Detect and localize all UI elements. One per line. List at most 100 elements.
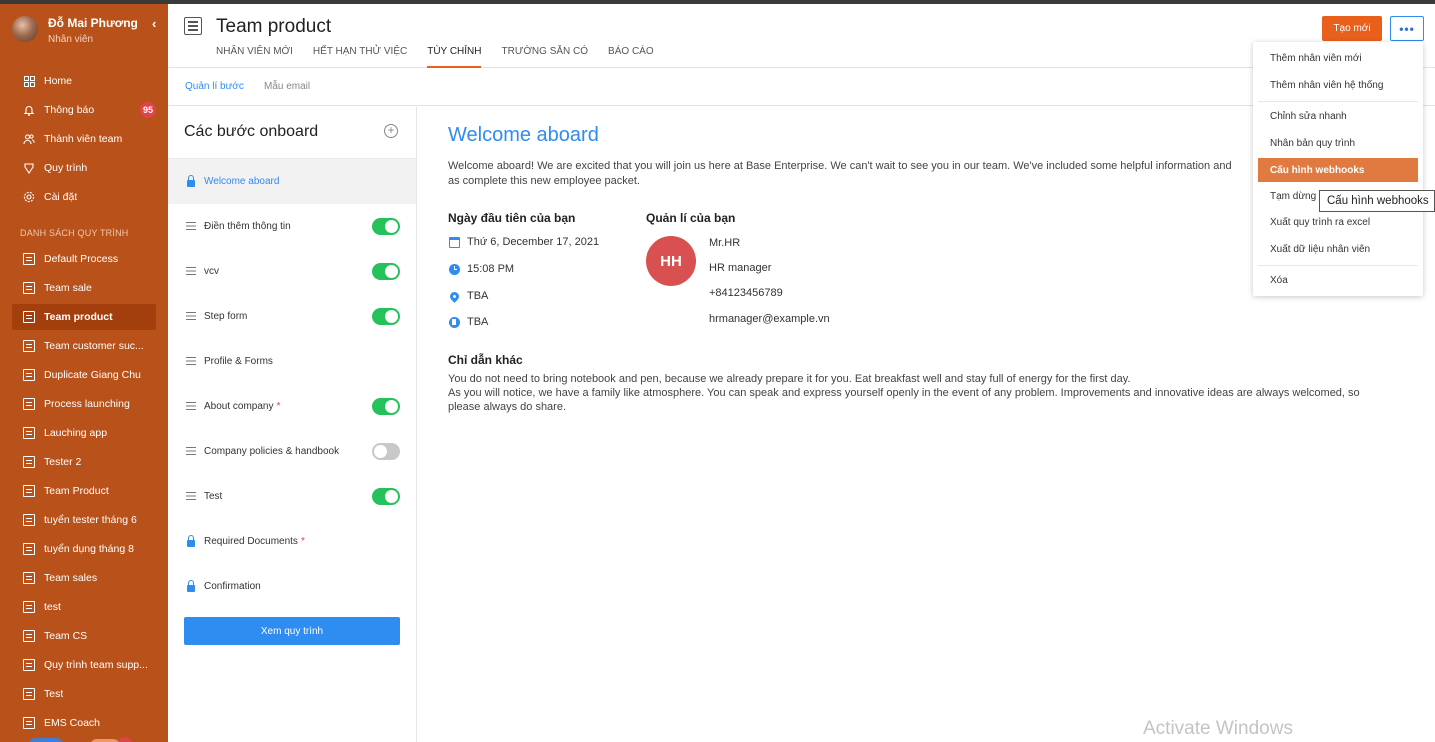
sidebar-process-item[interactable]: Team Product xyxy=(12,478,156,504)
sidebar-process-item[interactable]: Team sales xyxy=(12,565,156,591)
menu-divider xyxy=(1258,265,1418,266)
step-item[interactable]: Welcome aboard xyxy=(168,159,416,204)
menu-item-add-new-employee[interactable]: Thêm nhân viên mới xyxy=(1258,46,1418,70)
drag-handle-icon[interactable] xyxy=(184,492,198,501)
sidebar-process-item[interactable]: tuyển dụng tháng 8 xyxy=(12,536,156,562)
drag-handle-icon[interactable] xyxy=(184,447,198,456)
step-item[interactable]: Điền thêm thông tin xyxy=(168,204,416,249)
tab-new-employees[interactable]: NHÂN VIÊN MỚI xyxy=(216,44,293,68)
sidebar-process-item[interactable]: EMS Coach xyxy=(12,710,156,736)
bottom-app-button[interactable] xyxy=(28,738,64,742)
step-toggle[interactable] xyxy=(372,443,400,460)
more-options-button[interactable]: ••• xyxy=(1390,16,1424,41)
menu-item-export-employee-data[interactable]: Xuất dữ liệu nhân viên xyxy=(1258,237,1418,261)
date-value: Thứ 6, December 17, 2021 xyxy=(467,236,600,248)
create-new-button[interactable]: Tạo mới xyxy=(1322,16,1382,41)
drag-handle-icon[interactable] xyxy=(184,402,198,411)
sidebar-item-processes[interactable]: Quy trình xyxy=(12,155,156,181)
sidebar-item-notifications[interactable]: Thông báo 95 xyxy=(12,97,156,123)
document-list-icon xyxy=(184,17,202,35)
sidebar-process-item[interactable]: Quy trình team supp... xyxy=(12,652,156,678)
avatar[interactable] xyxy=(12,16,38,42)
tab-reports[interactable]: BÁO CÁO xyxy=(608,44,654,68)
step-label: Required Documents xyxy=(204,536,298,547)
menu-item-add-system-employee[interactable]: Thêm nhân viên hệ thống xyxy=(1258,73,1418,97)
step-item[interactable]: Company policies & handbook xyxy=(168,429,416,474)
users-icon xyxy=(21,131,37,147)
sidebar-process-item[interactable]: Duplicate Giang Chu xyxy=(12,362,156,388)
lock-icon xyxy=(184,535,198,547)
sidebar-process-item[interactable]: test xyxy=(12,594,156,620)
subtab-email-templates[interactable]: Mẫu email xyxy=(264,81,310,92)
step-item[interactable]: Test xyxy=(168,474,416,519)
menu-item-configure-webhooks[interactable]: Cấu hình webhooks xyxy=(1258,158,1418,182)
required-marker: * xyxy=(276,401,281,412)
sidebar-process-label: Duplicate Giang Chu xyxy=(44,369,141,381)
sidebar-process-item[interactable]: Team sale xyxy=(12,275,156,301)
step-label: Profile & Forms xyxy=(204,356,273,367)
step-item[interactable]: Step form xyxy=(168,294,416,339)
step-item[interactable]: vcv xyxy=(168,249,416,294)
sidebar-process-item[interactable]: Lauching app xyxy=(12,420,156,446)
step-item[interactable]: Profile & Forms xyxy=(168,339,416,384)
building-icon xyxy=(448,316,460,328)
lock-icon xyxy=(184,175,198,187)
menu-item-export-process-excel[interactable]: Xuất quy trình ra excel xyxy=(1258,210,1418,234)
tab-probation-expired[interactable]: HẾT HẠN THỬ VIỆC xyxy=(313,44,407,68)
sidebar-item-home[interactable]: Home xyxy=(12,68,156,94)
drag-handle-icon[interactable] xyxy=(184,267,198,276)
sidebar-process-item[interactable]: Test xyxy=(12,681,156,707)
drag-handle-icon[interactable] xyxy=(184,222,198,231)
list-icon xyxy=(21,599,37,615)
sidebar-item-settings[interactable]: Cài đặt xyxy=(12,184,156,210)
step-item[interactable]: About company * xyxy=(168,384,416,429)
drag-handle-icon[interactable] xyxy=(184,312,198,321)
list-icon xyxy=(21,251,37,267)
add-step-icon[interactable]: + xyxy=(384,124,398,138)
sidebar-process-item[interactable]: Default Process xyxy=(12,246,156,272)
sidebar-process-item[interactable]: Tester 2 xyxy=(12,449,156,475)
subtab-manage-steps[interactable]: Quản lí bước xyxy=(185,81,244,92)
lock-icon xyxy=(184,580,198,592)
step-toggle[interactable] xyxy=(372,218,400,235)
sidebar-process-item[interactable]: Team CS xyxy=(12,623,156,649)
list-icon xyxy=(21,280,37,296)
sidebar-process-label: Team product xyxy=(44,311,113,323)
sidebar-process-item[interactable]: Team product xyxy=(12,304,156,330)
step-item[interactable]: Required Documents * xyxy=(168,519,416,564)
view-process-button[interactable]: Xem quy trình xyxy=(184,617,400,645)
sidebar-item-label: Thông báo xyxy=(44,104,95,116)
step-toggle[interactable] xyxy=(372,488,400,505)
step-item[interactable]: Confirmation xyxy=(168,564,416,609)
activate-windows-watermark: Activate Windows xyxy=(1143,718,1293,739)
step-toggle[interactable] xyxy=(372,263,400,280)
sidebar-process-label: test xyxy=(44,601,61,613)
step-label: Test xyxy=(204,491,223,502)
other-instructions-heading: Chỉ dẫn khác xyxy=(448,353,523,367)
tab-customize[interactable]: TÙY CHỈNH xyxy=(427,44,482,68)
sidebar-process-label: Quy trình team supp... xyxy=(44,659,148,671)
step-label: Điền thêm thông tin xyxy=(204,221,291,232)
menu-item-duplicate-process[interactable]: Nhân bản quy trình xyxy=(1258,131,1418,155)
sidebar-process-label: Tester 2 xyxy=(44,456,82,468)
tooltip: Cấu hình webhooks xyxy=(1319,190,1435,212)
other-instructions-text: You do not need to bring notebook and pe… xyxy=(448,372,1378,414)
collapse-sidebar-icon[interactable]: ‹ xyxy=(152,16,156,31)
sidebar-process-item[interactable]: Team customer suc... xyxy=(12,333,156,359)
menu-item-delete[interactable]: Xóa xyxy=(1258,268,1418,292)
sidebar-process-label: tuyển dụng tháng 8 xyxy=(44,543,134,555)
menu-item-quick-edit[interactable]: Chỉnh sửa nhanh xyxy=(1258,104,1418,128)
steps-title: Các bước onboard xyxy=(184,123,319,140)
tab-available-fields[interactable]: TRƯỜNG SẴN CÓ xyxy=(501,44,588,68)
sidebar: Đỗ Mai Phương Nhân viên ‹ Home Thông báo… xyxy=(0,4,168,742)
sidebar-process-item[interactable]: Process launching xyxy=(12,391,156,417)
step-toggle[interactable] xyxy=(372,308,400,325)
sidebar-process-item[interactable]: tuyển tester tháng 6 xyxy=(12,507,156,533)
first-day-heading: Ngày đầu tiên của bạn xyxy=(448,211,576,225)
sidebar-item-team-members[interactable]: Thành viên team xyxy=(12,126,156,152)
step-toggle[interactable] xyxy=(372,398,400,415)
user-profile[interactable]: Đỗ Mai Phương Nhân viên ‹ xyxy=(12,14,162,50)
main-tabs: NHÂN VIÊN MỚI HẾT HẠN THỬ VIỆC TÙY CHỈNH… xyxy=(216,44,674,68)
drag-handle-icon[interactable] xyxy=(184,357,198,366)
manager-email: hrmanager@example.vn xyxy=(709,313,830,325)
